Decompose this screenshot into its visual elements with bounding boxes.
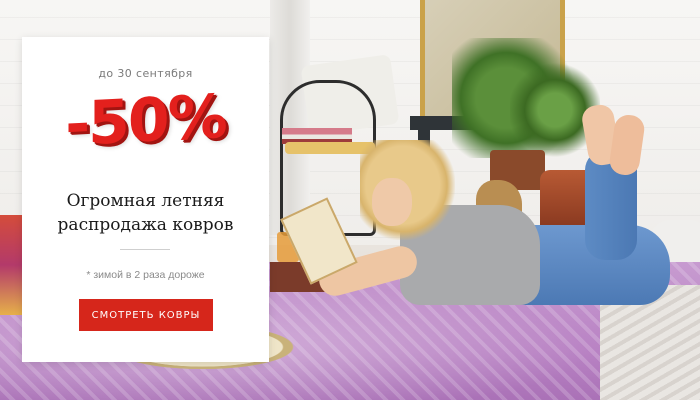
- promo-footnote: * зимой в 2 раза дороже: [86, 269, 205, 281]
- promo-card: до 30 сентября -50% Огромная летняя расп…: [22, 37, 269, 362]
- view-rugs-button[interactable]: СМОТРЕТЬ КОВРЫ: [79, 299, 213, 331]
- headline-line-2: распродажа ковров: [57, 215, 234, 235]
- promo-date: до 30 сентября: [98, 67, 193, 80]
- discount-label: -50%: [65, 81, 226, 161]
- headline-line-1: Огромная летняя: [66, 191, 225, 211]
- woman-face: [372, 178, 412, 226]
- divider: [120, 249, 170, 250]
- promo-headline: Огромная летняя распродажа ковров: [22, 189, 269, 237]
